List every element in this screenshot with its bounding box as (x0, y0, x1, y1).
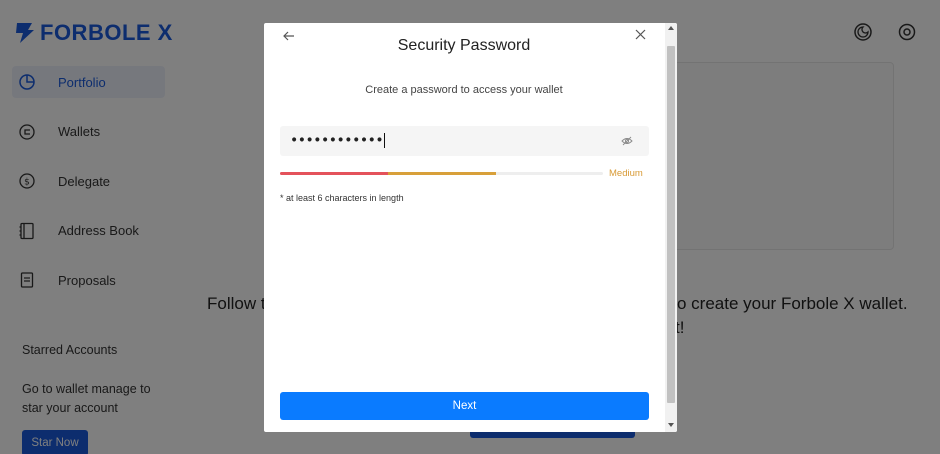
scroll-down-arrow-icon[interactable] (668, 423, 674, 427)
dialog-scrollbar[interactable] (665, 23, 677, 432)
scroll-up-arrow-icon[interactable] (668, 26, 674, 30)
dialog-subtitle: Create a password to access your wallet (365, 84, 563, 96)
strength-segment-medium (388, 172, 496, 175)
password-value: •••••••••••• (290, 132, 386, 149)
eye-off-icon[interactable] (621, 136, 633, 146)
security-password-dialog: Security Password Create a password to a… (264, 23, 677, 432)
password-strength-meter (280, 172, 603, 175)
next-button[interactable]: Next (280, 392, 649, 420)
dialog-title: Security Password (397, 37, 531, 54)
text-caret (384, 133, 386, 148)
password-hint: * at least 6 characters in length (280, 193, 404, 203)
password-input[interactable]: •••••••••••• (280, 126, 649, 156)
strength-segment-weak (280, 172, 388, 175)
scroll-thumb[interactable] (667, 46, 675, 403)
strength-label: Medium (609, 168, 643, 179)
